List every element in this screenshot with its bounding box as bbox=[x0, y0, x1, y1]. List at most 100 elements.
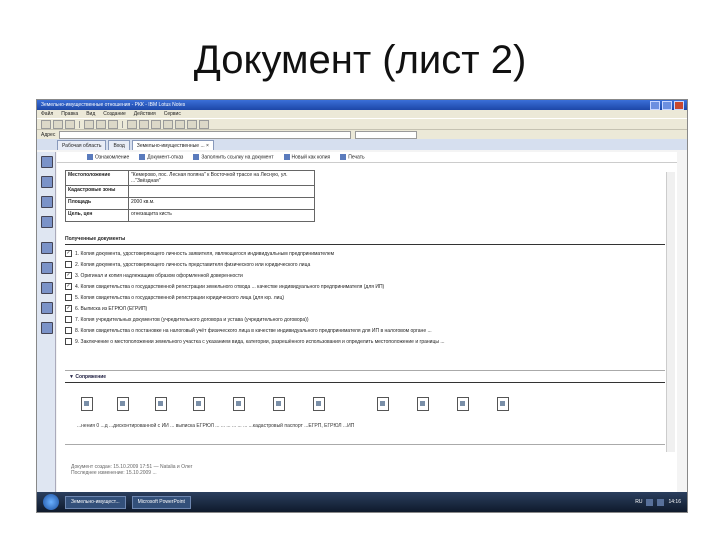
action-refusal-label: Документ-отказ bbox=[147, 154, 184, 161]
attachment-file-icon[interactable] bbox=[417, 397, 429, 411]
checkbox[interactable] bbox=[65, 316, 72, 323]
divider bbox=[65, 370, 665, 371]
copy-icon[interactable] bbox=[139, 119, 149, 129]
address-bar: Адрес bbox=[37, 130, 687, 139]
attachment-file-icon[interactable] bbox=[273, 397, 285, 411]
divider bbox=[65, 444, 665, 445]
attachments-heading[interactable]: ▼ Сопряжение bbox=[69, 374, 106, 380]
menu-edit[interactable]: Правка bbox=[61, 111, 78, 117]
print-icon[interactable] bbox=[108, 119, 118, 129]
list-item-text: 2. Копия документа, удостоверяющего личн… bbox=[75, 261, 311, 268]
checkbox[interactable] bbox=[65, 261, 72, 268]
list-item-text: 8. Копия свидетельства о постановке на н… bbox=[75, 327, 432, 334]
table-row: Местоположение "Кемерово, пос. Лесная по… bbox=[65, 170, 315, 186]
toolbar-divider bbox=[79, 120, 80, 128]
paste-icon[interactable] bbox=[151, 119, 161, 129]
list-item: ✓ 3. Оригинал и копия надлежащим образом … bbox=[65, 270, 665, 281]
bookmark-db-icon[interactable] bbox=[41, 262, 53, 274]
checkbox[interactable] bbox=[65, 294, 72, 301]
task-powerpoint[interactable]: Microsoft PowerPoint bbox=[131, 495, 191, 509]
attachment-file-icon[interactable] bbox=[193, 397, 205, 411]
list-item: ✓ 1. Копия документа, удостоверяющего лич… bbox=[65, 248, 665, 259]
checkbox[interactable] bbox=[65, 327, 72, 334]
bookmark-db-icon[interactable] bbox=[41, 322, 53, 334]
document-content: Ознакомление Документ-отказ Заполнить сс… bbox=[57, 152, 677, 492]
refusal-icon bbox=[139, 153, 146, 160]
list-item: 7. Копия учредительных документов (учред… bbox=[65, 314, 665, 325]
checkbox[interactable]: ✓ bbox=[65, 272, 72, 279]
list-item: 2. Копия документа, удостоверяющего личн… bbox=[65, 259, 665, 270]
attachment-file-icon[interactable] bbox=[155, 397, 167, 411]
forward-icon[interactable] bbox=[53, 119, 63, 129]
copy-doc-icon bbox=[283, 153, 290, 160]
tray-volume-icon[interactable] bbox=[657, 498, 665, 506]
menu-view[interactable]: Вид bbox=[86, 111, 95, 117]
bookmark-db-icon[interactable] bbox=[41, 282, 53, 294]
attachment-file-icon[interactable] bbox=[313, 397, 325, 411]
link-icon bbox=[193, 153, 200, 160]
tab-land-relations[interactable]: Земельно-имущественные ... × bbox=[131, 140, 214, 150]
save-icon[interactable] bbox=[96, 119, 106, 129]
close-icon[interactable] bbox=[674, 100, 684, 110]
tray-network-icon[interactable] bbox=[646, 498, 654, 506]
menu-actions[interactable]: Действия bbox=[134, 111, 156, 117]
bookmark-db-icon[interactable] bbox=[41, 242, 53, 254]
window-titlebar: Земельно-имущественные отношения - РКК -… bbox=[37, 100, 687, 110]
tab-workspace[interactable]: Рабочая область bbox=[57, 140, 107, 150]
cut-icon[interactable] bbox=[127, 119, 137, 129]
italic-icon[interactable] bbox=[175, 119, 185, 129]
checkbox[interactable]: ✓ bbox=[65, 305, 72, 312]
action-new-copy-label: Новый как копия bbox=[291, 154, 331, 161]
action-acquaint[interactable]: Ознакомление bbox=[87, 153, 129, 160]
attachment-file-icon[interactable] bbox=[81, 397, 93, 411]
action-print[interactable]: Печать bbox=[340, 153, 365, 161]
bookmark-db-icon[interactable] bbox=[41, 302, 53, 314]
bookmark-contacts-icon[interactable] bbox=[41, 196, 53, 208]
docs-checklist: ✓ 1. Копия документа, удостоверяющего лич… bbox=[65, 248, 665, 347]
info-table: Местоположение "Кемерово, пос. Лесная по… bbox=[65, 170, 315, 222]
back-icon[interactable] bbox=[41, 119, 51, 129]
list-item-text: 9. Заключение о местоположении земельног… bbox=[75, 338, 445, 345]
attachment-file-icon[interactable] bbox=[117, 397, 129, 411]
home-icon[interactable] bbox=[84, 119, 94, 129]
attachment-file-icon[interactable] bbox=[497, 397, 509, 411]
action-print-label: Печать bbox=[348, 154, 365, 161]
table-row: Площадь 2000 кв.м. bbox=[65, 197, 315, 210]
underline-icon[interactable] bbox=[187, 119, 197, 129]
menu-file[interactable]: Файл bbox=[41, 111, 53, 117]
list-item: 5. Копия свидетельства о государственной… bbox=[65, 292, 665, 303]
attachment-file-icon[interactable] bbox=[377, 397, 389, 411]
bookmark-todo-icon[interactable] bbox=[41, 216, 53, 228]
toolbar bbox=[37, 118, 687, 130]
address-input[interactable] bbox=[59, 130, 352, 139]
start-button[interactable] bbox=[43, 494, 59, 510]
vertical-scrollbar[interactable] bbox=[666, 172, 675, 452]
doc-meta: Документ создан: 15.10.2009 17:51 — Nata… bbox=[71, 464, 192, 476]
menu-tools[interactable]: Сервис bbox=[164, 111, 181, 117]
minimize-icon[interactable] bbox=[650, 100, 660, 110]
stop-icon[interactable] bbox=[65, 119, 75, 129]
action-new-copy[interactable]: Новый как копия bbox=[283, 153, 331, 161]
checkbox[interactable]: ✓ bbox=[65, 250, 72, 257]
search-input[interactable] bbox=[355, 130, 418, 139]
bookmark-calendar-icon[interactable] bbox=[41, 176, 53, 188]
table-row: Цель, цен огнезащита кисть bbox=[65, 209, 315, 222]
action-bar: Ознакомление Документ-отказ Заполнить сс… bbox=[57, 152, 677, 163]
action-refusal[interactable]: Документ-отказ bbox=[139, 153, 184, 161]
search-icon[interactable] bbox=[199, 119, 209, 129]
checkbox[interactable] bbox=[65, 338, 72, 345]
bold-icon[interactable] bbox=[163, 119, 173, 129]
attachment-file-icon[interactable] bbox=[457, 397, 469, 411]
toolbar-divider bbox=[122, 120, 123, 128]
checkbox[interactable]: ✓ bbox=[65, 283, 72, 290]
tray-lang[interactable]: RU bbox=[635, 499, 642, 506]
acquaint-icon bbox=[87, 153, 93, 160]
list-item: 9. Заключение о местоположении земельног… bbox=[65, 336, 665, 347]
maximize-icon[interactable] bbox=[662, 100, 672, 110]
tab-inbox[interactable]: Вход bbox=[108, 140, 130, 150]
attachment-file-icon[interactable] bbox=[233, 397, 245, 411]
action-fill-link[interactable]: Заполнить ссылку на документ bbox=[193, 153, 274, 160]
bookmark-mail-icon[interactable] bbox=[41, 156, 53, 168]
menu-create[interactable]: Создание bbox=[103, 111, 126, 117]
task-lotus[interactable]: Земельно-имущест... bbox=[65, 495, 126, 509]
